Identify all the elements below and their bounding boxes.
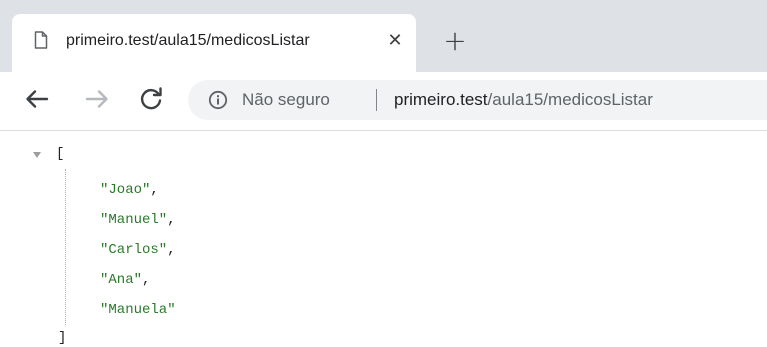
collapse-toggle-icon[interactable]	[32, 149, 42, 159]
json-string-value: "Carlos"	[100, 242, 168, 258]
json-comma: ,	[167, 212, 176, 228]
url-host: primeiro.test	[394, 90, 488, 109]
page-icon	[34, 31, 48, 49]
back-button[interactable]	[20, 82, 54, 116]
security-status[interactable]: Não seguro	[242, 88, 330, 112]
tab-close-icon[interactable]: ✕	[384, 29, 406, 51]
new-tab-icon[interactable]: +	[440, 26, 470, 56]
json-open-bracket: [	[56, 146, 65, 162]
active-tab[interactable]: primeiro.test/aula15/medicosListar ✕	[12, 14, 416, 72]
json-item: "Manuela"	[100, 295, 176, 325]
forward-button[interactable]	[80, 82, 114, 116]
address-bar[interactable]: Não seguro primeiro.test/aula15/medicosL…	[188, 80, 767, 120]
tab-strip: primeiro.test/aula15/medicosListar ✕ +	[0, 0, 767, 72]
reload-icon	[140, 87, 162, 110]
tab-title: primeiro.test/aula15/medicosListar	[66, 32, 310, 49]
url-divider	[376, 89, 377, 111]
info-icon[interactable]	[208, 90, 228, 110]
json-item: "Joao",	[100, 175, 176, 205]
reload-button[interactable]	[134, 82, 168, 116]
arrow-left-icon	[26, 90, 49, 108]
json-item: "Manuel",	[100, 205, 176, 235]
json-string-value: "Joao"	[100, 182, 151, 198]
url-text[interactable]: primeiro.test/aula15/medicosListar	[394, 88, 653, 112]
json-array: "Joao", "Manuel", "Carlos", "Ana", "Manu…	[100, 175, 176, 325]
json-viewer: [ "Joao", "Manuel", "Carlos", "Ana", "Ma…	[0, 131, 767, 346]
json-string-value: "Manuel"	[100, 212, 168, 228]
json-item: "Carlos",	[100, 235, 176, 265]
indent-guide	[65, 169, 66, 325]
json-comma: ,	[150, 182, 159, 198]
url-path: /aula15/medicosListar	[487, 90, 653, 109]
arrow-right-icon	[85, 90, 108, 108]
json-string-value: "Manuela"	[100, 302, 176, 318]
toolbar: Não seguro primeiro.test/aula15/medicosL…	[0, 72, 767, 131]
json-comma: ,	[167, 242, 176, 258]
json-item: "Ana",	[100, 265, 176, 295]
json-string-value: "Ana"	[100, 272, 143, 288]
json-close-bracket: ]	[58, 330, 67, 346]
json-comma: ,	[142, 272, 151, 288]
